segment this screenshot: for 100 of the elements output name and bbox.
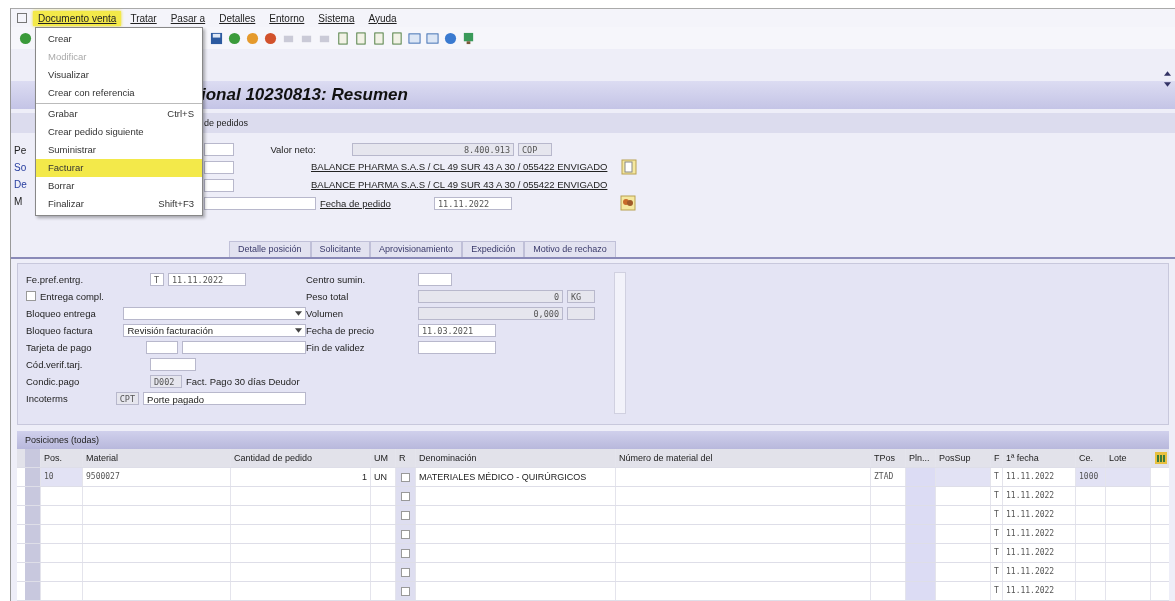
input-field[interactable]: [418, 340, 496, 354]
column-header[interactable]: Ce.: [1076, 449, 1106, 467]
scroll-down-icon[interactable]: [1164, 82, 1171, 87]
dropdown[interactable]: [123, 306, 306, 320]
column-header[interactable]: Material: [83, 449, 231, 467]
tab[interactable]: Detalle posición: [229, 241, 311, 257]
menu-item[interactable]: Suministrar: [36, 141, 202, 159]
checkbox[interactable]: [401, 529, 410, 539]
field-label: Fecha de precio: [306, 324, 376, 336]
enter-icon[interactable]: [19, 31, 32, 45]
currency-field: COP: [518, 142, 552, 156]
field-label: Pe: [14, 144, 28, 158]
table-cell: T: [991, 544, 1003, 562]
menu-item[interactable]: Borrar: [36, 177, 202, 195]
save-icon[interactable]: [210, 31, 223, 45]
table-cell: T: [991, 525, 1003, 543]
date-field[interactable]: 11.11.2022: [434, 196, 512, 210]
menu-item[interactable]: Finalizar Shift+F3: [36, 195, 202, 213]
column-header[interactable]: Pos.: [41, 449, 83, 467]
window-menu-icon[interactable]: [17, 13, 27, 23]
menu-item[interactable]: Visualizar: [36, 66, 202, 84]
column-header[interactable]: PosSup: [936, 449, 991, 467]
table-settings-icon[interactable]: [1155, 452, 1167, 464]
input-field[interactable]: [204, 196, 316, 210]
column-header[interactable]: R: [396, 449, 416, 467]
menu-item[interactable]: Facturar: [36, 159, 202, 177]
date-field[interactable]: 11.03.2021: [418, 323, 496, 337]
menu-item[interactable]: Detalles: [214, 10, 261, 26]
window-icon[interactable]: [408, 31, 421, 45]
menu-item[interactable]: Documento venta: [33, 10, 122, 26]
tab[interactable]: Solicitante: [310, 241, 371, 257]
column-header[interactable]: Número de material del: [616, 449, 871, 467]
table-cell: T: [991, 563, 1003, 581]
input-field[interactable]: Porte pagado: [143, 391, 306, 405]
menu-item[interactable]: Crear pedido siguiente: [36, 123, 202, 141]
date-type-field[interactable]: T: [150, 272, 164, 286]
input-field[interactable]: [204, 178, 234, 192]
checkbox[interactable]: [401, 472, 410, 482]
ship-to-link[interactable]: BALANCE PHARMA S.A.S / CL 49 SUR 43 A 30 / 055422 ENVIGADO: [311, 178, 611, 192]
menu-item[interactable]: Sistema: [313, 10, 360, 26]
input-field[interactable]: [418, 272, 452, 286]
table-cell: T: [991, 487, 1003, 505]
table-cell: 1: [231, 468, 371, 486]
people-icon[interactable]: [620, 195, 636, 211]
menu-item[interactable]: Entorno: [264, 10, 310, 26]
column-header[interactable]: Denominación: [416, 449, 616, 467]
menu-item[interactable]: Crear con referencia: [36, 84, 202, 102]
toolbar-button[interactable]: de pedidos: [204, 118, 249, 128]
page-icon[interactable]: [354, 31, 367, 45]
circle-icon[interactable]: [264, 31, 277, 45]
checkbox[interactable]: [401, 510, 410, 520]
checkbox[interactable]: [401, 491, 410, 501]
input-field[interactable]: [204, 142, 234, 156]
circle-icon[interactable]: [246, 31, 259, 45]
scroll-up-icon[interactable]: [1164, 71, 1171, 76]
input-field[interactable]: [150, 357, 196, 371]
checkbox[interactable]: [401, 567, 410, 577]
menu-item[interactable]: Tratar: [125, 10, 162, 26]
window-icon[interactable]: [426, 31, 439, 45]
menu-item[interactable]: Ayuda: [363, 10, 402, 26]
input-field[interactable]: [181, 340, 306, 354]
column-header[interactable]: TPos: [871, 449, 906, 467]
menu-item[interactable]: Pasar a: [165, 10, 211, 26]
column-header[interactable]: Lote: [1106, 449, 1151, 467]
field-label: Cód.verif.tarj.: [26, 358, 84, 370]
tab[interactable]: Aprovisionamiento: [370, 241, 463, 257]
page-icon[interactable]: [390, 31, 403, 45]
column-header[interactable]: UM: [371, 449, 396, 467]
column-header[interactable]: Cantidad de pedido: [231, 449, 371, 467]
sold-to-link[interactable]: BALANCE PHARMA S.A.S / CL 49 SUR 43 A 30 / 055422 ENVIGADO: [311, 160, 611, 174]
tab[interactable]: Motivo de rechazo: [524, 241, 616, 257]
column-header[interactable]: F: [991, 449, 1003, 467]
unit-field: [567, 306, 595, 320]
page-icon[interactable]: [372, 31, 385, 45]
document-icon[interactable]: [621, 159, 637, 175]
menu-item[interactable]: Crear: [36, 30, 202, 48]
code-field[interactable]: CPT: [115, 391, 140, 405]
field-label: Bloqueo factura: [26, 324, 94, 336]
table-cell: 1000: [1076, 468, 1106, 486]
page-icon[interactable]: [336, 31, 349, 45]
input-field[interactable]: [204, 160, 234, 174]
help-icon[interactable]: [444, 31, 457, 45]
column-header[interactable]: Pln...: [906, 449, 936, 467]
tab[interactable]: Expedición: [462, 241, 525, 257]
table-cell: 11.11.2022: [1003, 506, 1076, 524]
input-field[interactable]: [146, 340, 178, 354]
menu-item[interactable]: Grabar Ctrl+S: [36, 105, 202, 123]
screen-title: ional 10230813: Resumen: [201, 85, 408, 105]
circle-icon[interactable]: [228, 31, 241, 45]
checkbox[interactable]: [401, 586, 410, 596]
field-label: M: [14, 195, 24, 209]
date-field[interactable]: 11.11.2022: [168, 272, 246, 286]
monitor-icon[interactable]: [462, 31, 475, 45]
code-field[interactable]: D002: [150, 374, 182, 388]
dropdown[interactable]: Revisión facturación: [123, 323, 306, 337]
checkbox[interactable]: [26, 291, 36, 301]
checkbox[interactable]: [401, 548, 410, 558]
field-label: Fe.pref.entrg.: [26, 273, 85, 285]
column-header[interactable]: 1ª fecha: [1003, 449, 1076, 467]
scrollbar[interactable]: [614, 272, 626, 414]
